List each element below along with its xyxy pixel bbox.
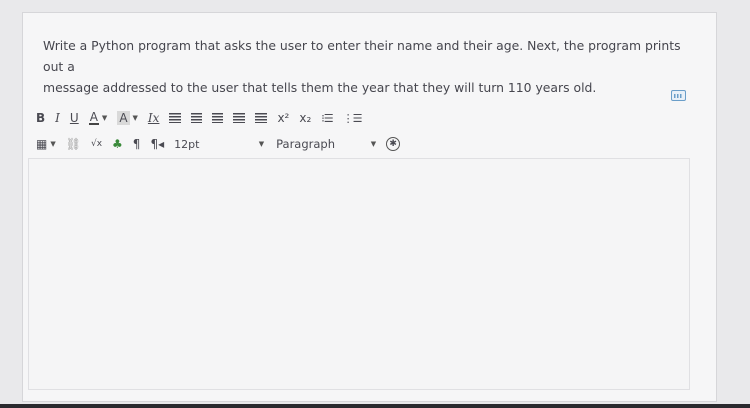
- accessibility-checker-button[interactable]: ✱: [386, 137, 401, 151]
- bullet-list-button[interactable]: ⁝☰: [321, 110, 333, 126]
- paragraph-format-value: Paragraph: [276, 137, 336, 151]
- media-icon: ♣: [112, 137, 123, 151]
- bold-button[interactable]: B: [36, 110, 45, 126]
- indent-button[interactable]: [255, 110, 268, 126]
- ltr-button[interactable]: ¶: [133, 136, 141, 152]
- question-text: Write a Python program that asks the use…: [43, 35, 703, 98]
- bullet-list-icon: ⁝☰: [321, 111, 333, 125]
- rtl-paragraph-icon: ¶◂: [150, 137, 165, 151]
- formatting-toolbar-row-1: B I U A ▼ A ▼ Ix x² x₂ ⁝☰ ⋮☰: [36, 110, 372, 126]
- chevron-down-icon: ▼: [370, 140, 377, 148]
- italic-button[interactable]: I: [55, 110, 60, 126]
- unlink-icon: ⛓: [65, 137, 81, 151]
- highlight-color-dropdown[interactable]: A ▼: [117, 110, 138, 126]
- table-icon: ▦: [36, 137, 48, 151]
- accessibility-icon: ✱: [389, 139, 397, 149]
- font-color-dropdown[interactable]: A ▼: [88, 109, 108, 126]
- align-left-button[interactable]: [169, 110, 182, 126]
- keyboard-icon[interactable]: [671, 90, 686, 101]
- chevron-down-icon: ▼: [132, 114, 138, 122]
- numbered-list-icon: ⋮☰: [342, 111, 363, 125]
- math-equation-button[interactable]: √x: [91, 136, 102, 152]
- screen-bottom-edge: [0, 404, 750, 408]
- superscript-button[interactable]: x²: [277, 110, 289, 126]
- chevron-down-icon: ▼: [101, 114, 108, 122]
- font-color-icon: A: [88, 109, 99, 125]
- rtl-button[interactable]: ¶◂: [150, 136, 164, 152]
- align-right-icon: [212, 113, 224, 123]
- align-center-icon: [191, 113, 203, 123]
- align-left-icon: [169, 113, 182, 123]
- ltr-paragraph-icon: ¶: [132, 137, 141, 151]
- justify-icon: [233, 113, 246, 123]
- chevron-down-icon: ▼: [258, 140, 265, 148]
- table-dropdown[interactable]: ▦ ▼: [36, 136, 56, 152]
- font-size-value: 12pt: [174, 137, 200, 151]
- align-center-button[interactable]: [191, 110, 203, 126]
- question-line-1: Write a Python program that asks the use…: [43, 38, 681, 74]
- align-right-button[interactable]: [212, 110, 224, 126]
- question-line-2: message addressed to the user that tells…: [43, 80, 597, 95]
- font-size-select[interactable]: 12pt ▼: [174, 136, 266, 152]
- numbered-list-button[interactable]: ⋮☰: [342, 110, 363, 126]
- subscript-button[interactable]: x₂: [299, 110, 311, 126]
- paragraph-format-select[interactable]: Paragraph ▼: [276, 136, 376, 152]
- formatting-toolbar-row-2: ▦ ▼ ⛓ √x ♣ ¶ ¶◂ 12pt ▼ Paragraph ▼ ✱: [36, 136, 410, 152]
- underline-button[interactable]: U: [70, 110, 79, 126]
- justify-button[interactable]: [233, 110, 246, 126]
- indent-icon: [255, 113, 268, 123]
- highlight-color-icon: A: [117, 111, 130, 125]
- media-button[interactable]: ♣: [112, 136, 123, 152]
- chevron-down-icon: ▼: [50, 140, 56, 148]
- answer-editor[interactable]: [28, 158, 690, 390]
- clear-formatting-button[interactable]: Ix: [148, 110, 160, 126]
- unlink-button[interactable]: ⛓: [66, 136, 81, 152]
